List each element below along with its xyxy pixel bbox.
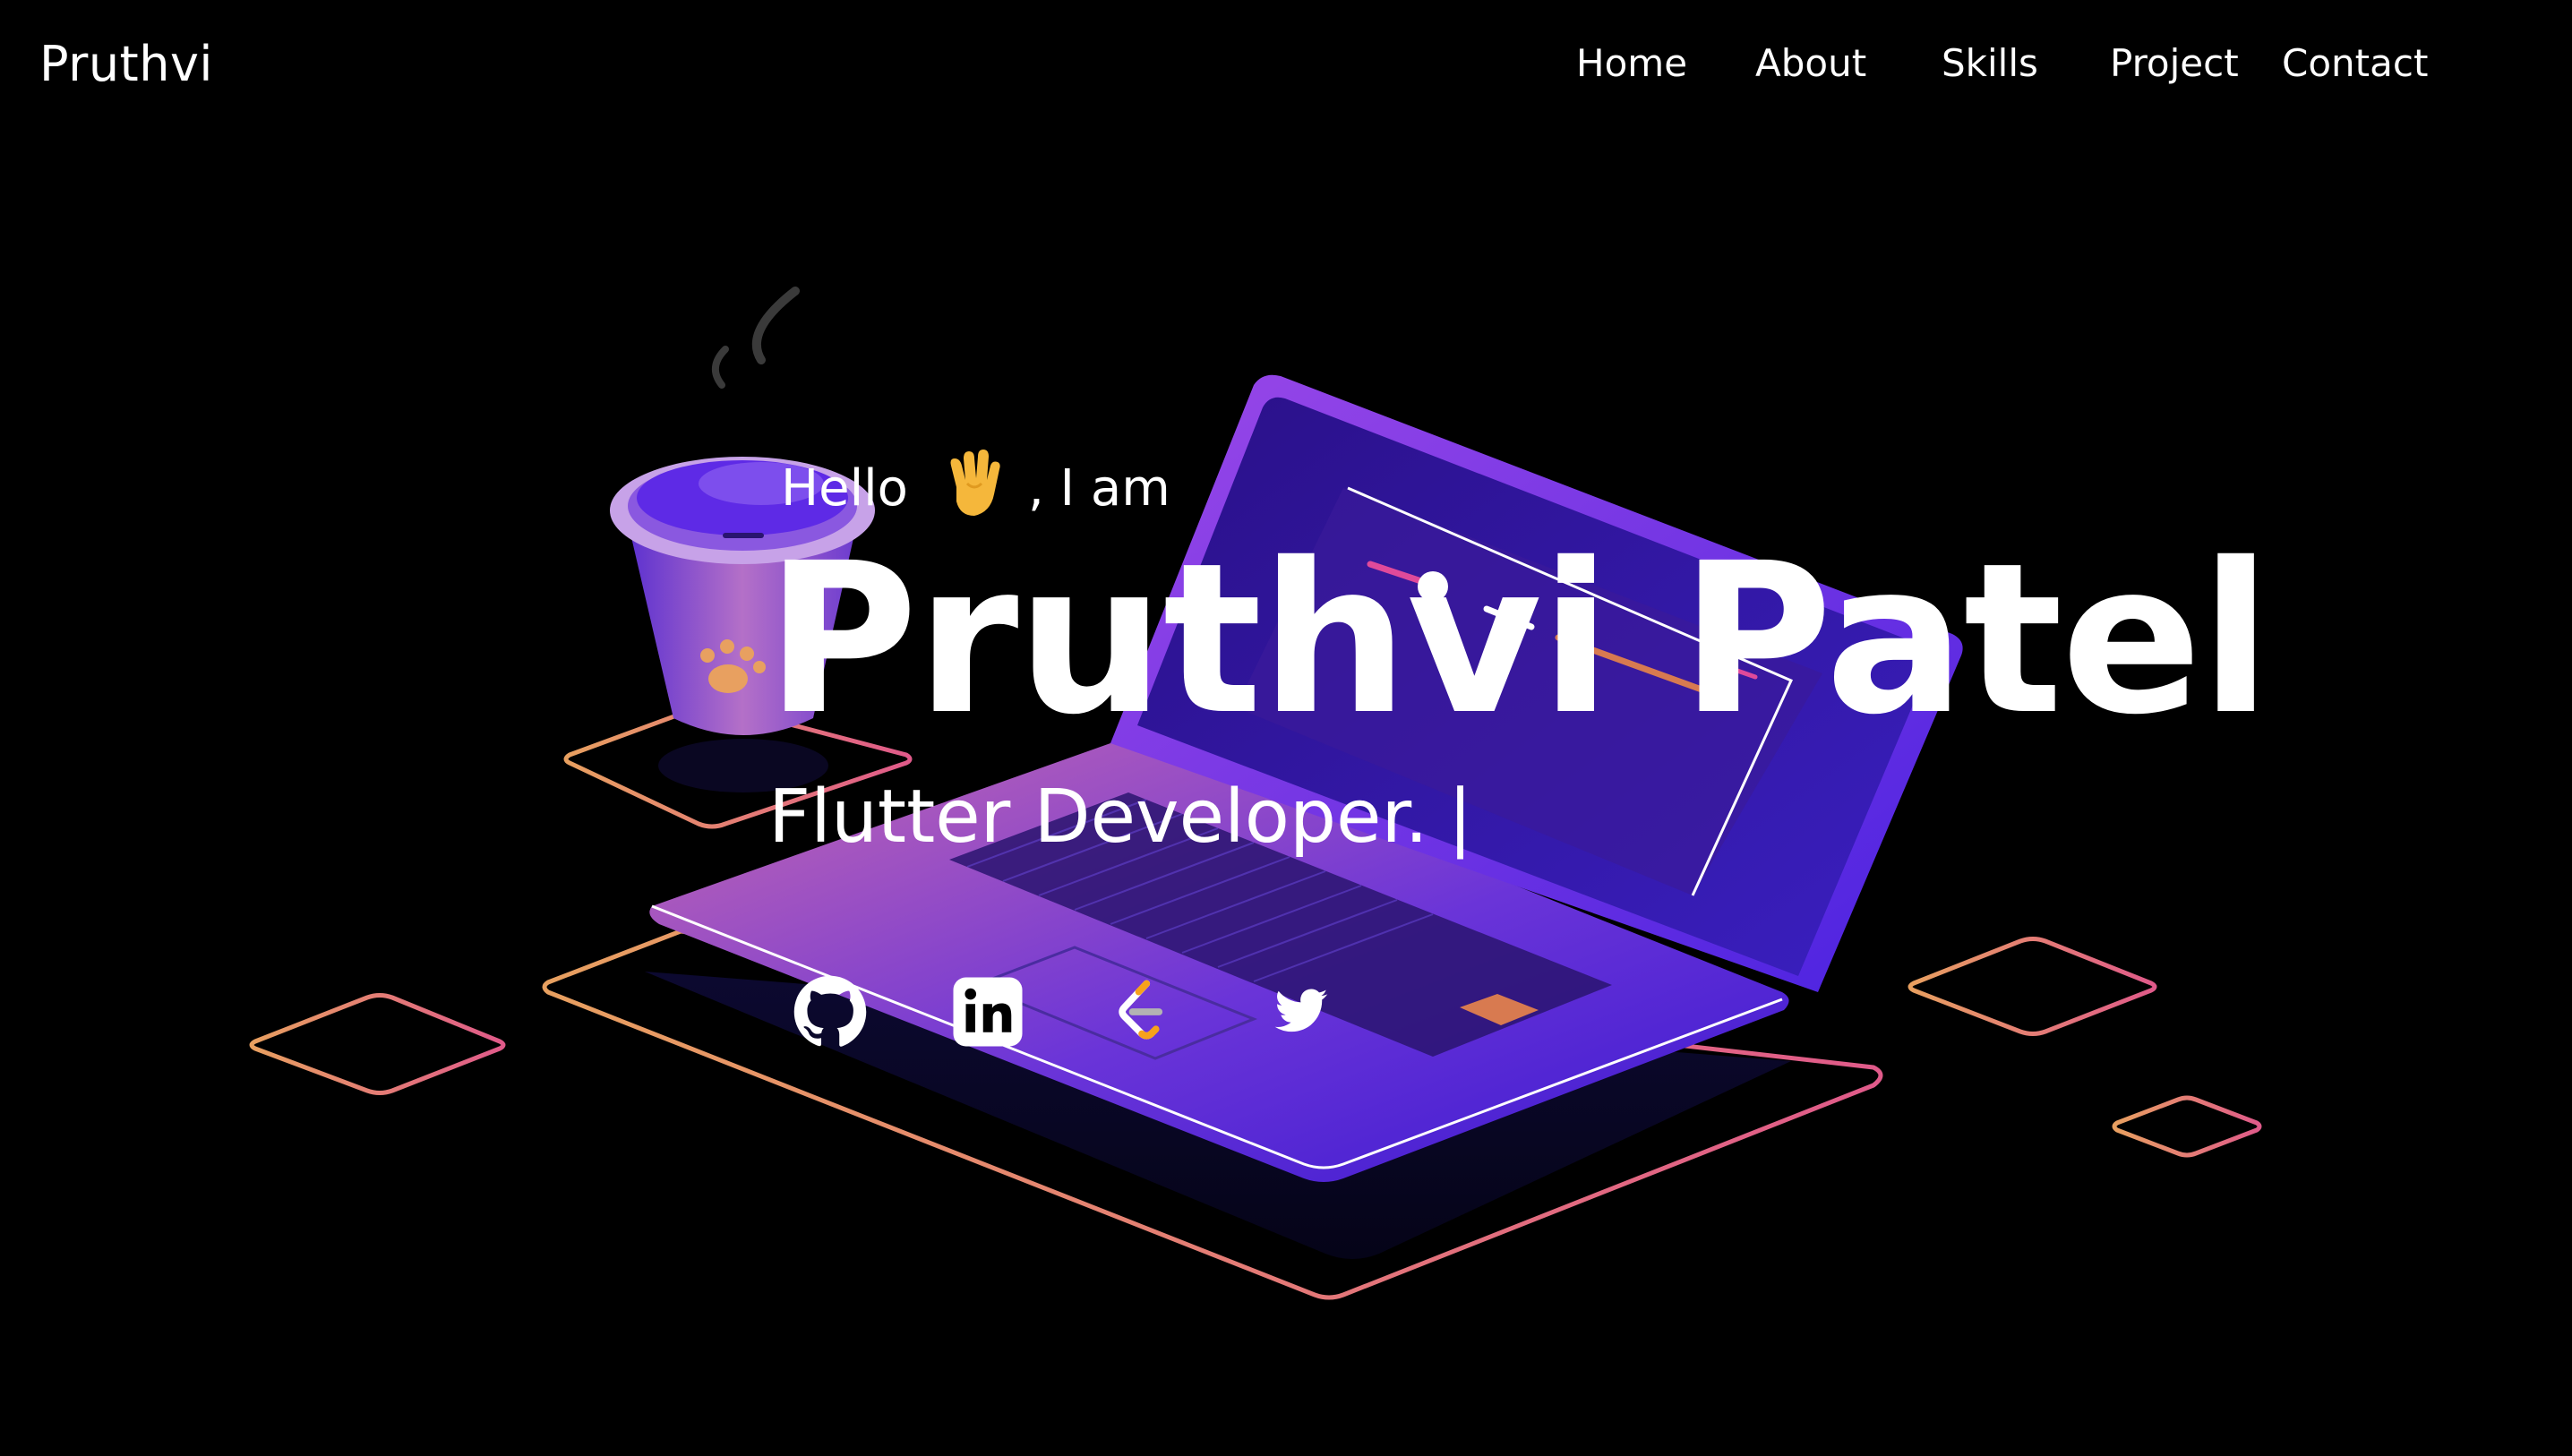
twitter-icon[interactable] xyxy=(1261,972,1342,1052)
github-icon[interactable] xyxy=(790,972,870,1052)
waving-hand-icon xyxy=(942,448,1007,519)
leetcode-icon[interactable] xyxy=(1102,972,1182,1052)
hero-name: Pruthvi Patel xyxy=(766,518,2271,760)
nav-contact[interactable]: Contact xyxy=(2282,41,2428,85)
greeting: Hello , I am xyxy=(781,448,1170,519)
typing-cursor: | xyxy=(1447,775,1473,860)
nav-about[interactable]: About xyxy=(1755,41,1866,85)
greeting-prefix: Hello xyxy=(781,459,908,518)
hero-role: Flutter Developer. | xyxy=(768,775,1473,860)
greeting-suffix: , I am xyxy=(1027,459,1170,518)
nav-project[interactable]: Project xyxy=(2110,41,2239,85)
nav-skills[interactable]: Skills xyxy=(1942,41,2038,85)
nav-home[interactable]: Home xyxy=(1576,41,1687,85)
linkedin-icon[interactable] xyxy=(947,972,1028,1052)
role-text: Flutter Developer. xyxy=(768,775,1428,860)
main-nav: Home About Skills Project Contact xyxy=(0,41,2572,95)
